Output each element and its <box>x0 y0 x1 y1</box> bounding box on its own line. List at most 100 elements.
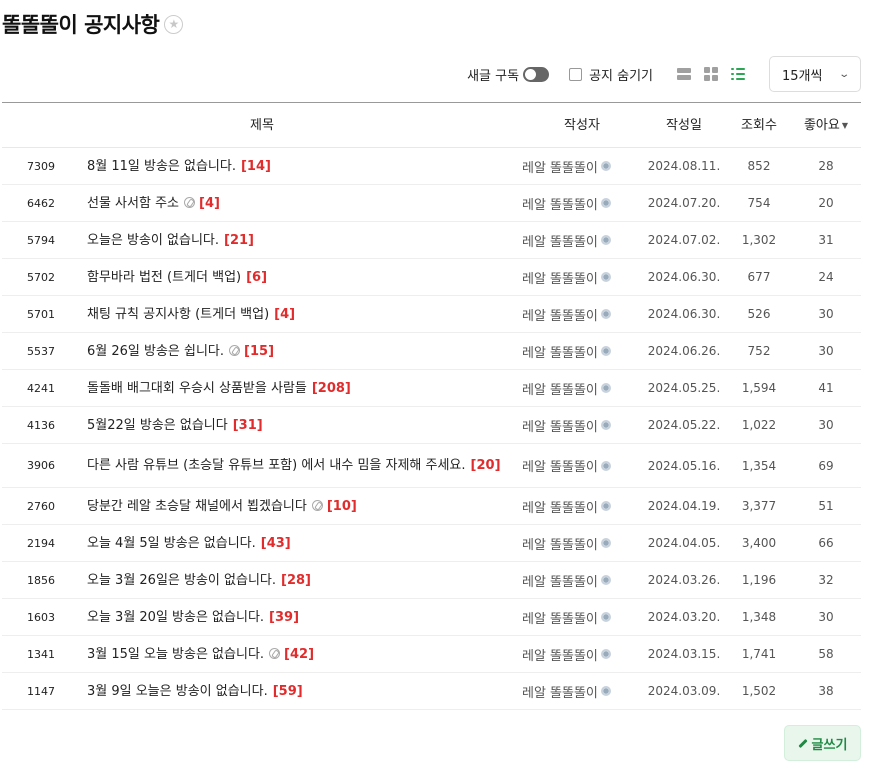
post-title-link[interactable]: 5월22일 방송은 없습니다 <box>87 418 228 433</box>
comment-count[interactable]: [208] <box>312 381 351 396</box>
table-row[interactable]: 4241 돌돌배 배그대회 우승시 상품받을 사람들 [208] 레알 똘똘똘이 202… <box>2 370 861 407</box>
table-row[interactable]: 4136 5월22일 방송은 없습니다 [31] 레알 똘똘똘이 2024.05.22.… <box>2 407 861 444</box>
per-page-select[interactable]: 15개씩 ⌄ <box>769 56 861 92</box>
write-button[interactable]: 글쓰기 <box>784 725 861 761</box>
comment-count[interactable]: [15] <box>244 344 274 359</box>
post-title-link[interactable]: 선물 사서함 주소 <box>87 196 179 211</box>
table-row[interactable]: 5537 6월 26일 방송은 쉽니다. [15] 레알 똘똘똘이 2024.06.26… <box>2 333 861 370</box>
post-title-link[interactable]: 3월 15일 오늘 방송은 없습니다. <box>87 647 264 662</box>
author-name[interactable]: 레알 똘똘똘이 <box>522 305 598 324</box>
post-title-link[interactable]: 오늘 3월 26일은 방송이 없습니다. <box>87 573 276 588</box>
post-title-link[interactable]: 오늘은 방송이 없습니다. <box>87 233 219 248</box>
post-title-link[interactable]: 당분간 레알 초승달 채널에서 뵙겠습니다 <box>87 499 307 514</box>
table-row[interactable]: 7309 8월 11일 방송은 없습니다. [14] 레알 똘똘똘이 2024.08.1… <box>2 148 861 185</box>
post-title-link[interactable]: 채팅 규칙 공지사항 (트게더 백업) <box>87 307 269 322</box>
comment-count[interactable]: [31] <box>233 418 263 433</box>
author-cell: 레알 똘똘똘이 <box>522 562 640 598</box>
comment-count[interactable]: [43] <box>261 536 291 551</box>
author-name[interactable]: 레알 똘똘똘이 <box>522 342 598 361</box>
author-name[interactable]: 레알 똘똘똘이 <box>522 379 598 398</box>
hide-notice-checkbox[interactable] <box>569 67 583 81</box>
post-title-link[interactable]: 8월 11일 방송은 없습니다. <box>87 159 236 174</box>
post-number: 4136 <box>27 418 55 432</box>
table-row[interactable]: 5794 오늘은 방송이 없습니다. [21] 레알 똘똘똘이 2024.07.02. 1… <box>2 222 861 259</box>
table-row[interactable]: 1856 오늘 3월 26일은 방송이 없습니다. [28] 레알 똘똘똘이 2024.… <box>2 562 861 599</box>
view-count: 1,354 <box>741 458 777 473</box>
author-name[interactable]: 레알 똘똘똘이 <box>522 268 598 287</box>
post-title-link[interactable]: 함무바라 법전 (트게더 백업) <box>87 270 241 285</box>
comment-count[interactable]: [59] <box>273 684 303 699</box>
post-date: 2024.03.20. <box>647 610 721 624</box>
table-row[interactable]: 5701 채팅 규칙 공지사항 (트게더 백업) [4] 레알 똘똘똘이 2024.06… <box>2 296 861 333</box>
author-cell: 레알 똘똘똘이 <box>522 296 640 332</box>
author-name[interactable]: 레알 똘똘똘이 <box>522 497 598 516</box>
header-likes-sort[interactable]: 좋아요 ▼ <box>792 103 860 148</box>
comment-count[interactable]: [42] <box>284 647 314 662</box>
table-row[interactable]: 1603 오늘 3월 20일 방송은 없습니다. [39] 레알 똘똘똘이 2024.0… <box>2 599 861 636</box>
comment-count[interactable]: [14] <box>241 159 271 174</box>
post-title-cell: 3월 15일 오늘 방송은 없습니다. [42] <box>87 636 507 672</box>
author-name[interactable]: 레알 똘똘똘이 <box>522 645 598 664</box>
pencil-icon <box>797 738 808 748</box>
post-title-link[interactable]: 다른 사람 유튜브 (초승달 유튜브 포함) 에서 내수 밈을 자제해 주세요. <box>87 458 466 473</box>
table-row[interactable]: 5702 함무바라 법전 (트게더 백업) [6] 레알 똘똘똘이 2024.06.30… <box>2 259 861 296</box>
post-title-link[interactable]: 3월 9일 오늘은 방송이 없습니다. <box>87 684 268 699</box>
post-date: 2024.06.30. <box>647 270 721 284</box>
manager-badge-icon <box>600 420 611 430</box>
manager-badge-icon <box>600 272 611 282</box>
like-count: 30 <box>818 610 834 624</box>
comment-count[interactable]: [4] <box>199 196 220 211</box>
manager-badge-icon <box>600 649 611 659</box>
author-name[interactable]: 레알 똘똘똘이 <box>522 231 598 250</box>
like-count: 66 <box>818 536 834 550</box>
comment-count[interactable]: [6] <box>246 270 267 285</box>
detail-list-view-icon[interactable] <box>731 67 745 81</box>
hide-notice-label[interactable]: 공지 숨기기 <box>589 65 653 84</box>
author-name[interactable]: 레알 똘똘똘이 <box>522 157 598 176</box>
list-view-icon[interactable] <box>677 67 691 81</box>
post-title-cell: 6월 26일 방송은 쉽니다. [15] <box>87 333 507 369</box>
comment-count[interactable]: [21] <box>224 233 254 248</box>
comment-count[interactable]: [4] <box>274 307 295 322</box>
table-row[interactable]: 2760 당분간 레알 초승달 채널에서 뵙겠습니다 [10] 레알 똘똘똘이 2024… <box>2 488 861 525</box>
comment-count[interactable]: [10] <box>327 499 357 514</box>
post-title-link[interactable]: 오늘 4월 5일 방송은 없습니다. <box>87 536 256 551</box>
post-title-link[interactable]: 오늘 3월 20일 방송은 없습니다. <box>87 610 264 625</box>
author-name[interactable]: 레알 똘똘똘이 <box>522 608 598 627</box>
author-cell: 레알 똘똘똘이 <box>522 370 640 406</box>
table-row[interactable]: 1147 3월 9일 오늘은 방송이 없습니다. [59] 레알 똘똘똘이 2024.0… <box>2 673 861 710</box>
post-title-link[interactable]: 6월 26일 방송은 쉽니다. <box>87 344 224 359</box>
like-count: 28 <box>818 159 834 173</box>
comment-count[interactable]: [20] <box>471 458 501 473</box>
post-title-link[interactable]: 돌돌배 배그대회 우승시 상품받을 사람들 <box>87 381 307 396</box>
author-cell: 레알 똘똘똘이 <box>522 222 640 258</box>
like-count: 41 <box>818 381 834 395</box>
attachment-icon <box>311 499 323 511</box>
author-name[interactable]: 레알 똘똘똘이 <box>522 456 598 475</box>
author-cell: 레알 똘똘똘이 <box>522 599 640 635</box>
like-count: 51 <box>818 499 834 513</box>
table-row[interactable]: 1341 3월 15일 오늘 방송은 없습니다. [42] 레알 똘똘똘이 2024.0… <box>2 636 861 673</box>
manager-badge-icon <box>600 612 611 622</box>
post-number: 6462 <box>27 196 55 210</box>
grid-view-icon[interactable] <box>704 67 718 81</box>
comment-count[interactable]: [28] <box>281 573 311 588</box>
post-number: 2760 <box>27 499 55 513</box>
author-name[interactable]: 레알 똘똘똘이 <box>522 194 598 213</box>
table-row[interactable]: 6462 선물 사서함 주소 [4] 레알 똘똘똘이 2024.07.20. 754 20 <box>2 185 861 222</box>
table-row[interactable]: 3906 다른 사람 유튜브 (초승달 유튜브 포함) 에서 내수 밈을 자제해 … <box>2 444 861 488</box>
view-count: 1,302 <box>741 233 777 247</box>
author-name[interactable]: 레알 똘똘똘이 <box>522 571 598 590</box>
author-name[interactable]: 레알 똘똘똘이 <box>522 416 598 435</box>
author-name[interactable]: 레알 똘똘똘이 <box>522 534 598 553</box>
author-cell: 레알 똘똘똘이 <box>522 488 640 524</box>
author-cell: 레알 똘똘똘이 <box>522 185 640 221</box>
new-post-subscribe-toggle[interactable] <box>523 66 550 82</box>
like-count: 30 <box>818 344 834 358</box>
view-count: 852 <box>747 159 771 173</box>
manager-badge-icon <box>600 198 611 208</box>
author-name[interactable]: 레알 똘똘똘이 <box>522 682 598 701</box>
table-row[interactable]: 2194 오늘 4월 5일 방송은 없습니다. [43] 레알 똘똘똘이 2024.04… <box>2 525 861 562</box>
star-icon[interactable]: ★ <box>164 14 184 34</box>
comment-count[interactable]: [39] <box>269 610 299 625</box>
